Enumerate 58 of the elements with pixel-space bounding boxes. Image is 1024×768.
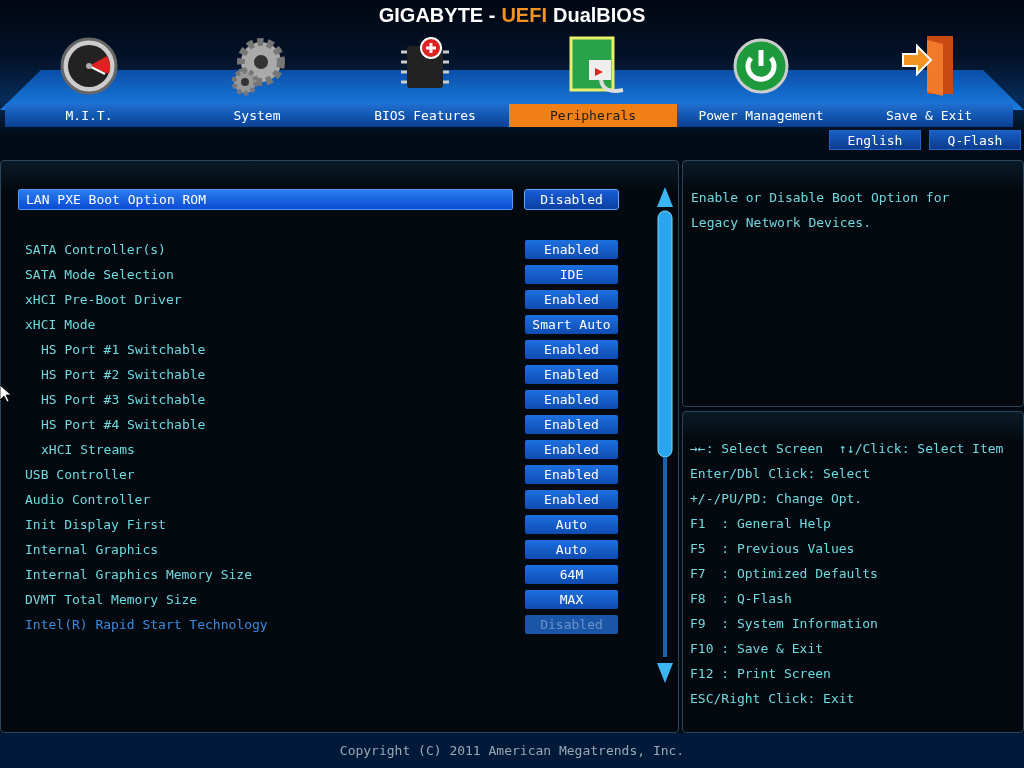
setting-value[interactable]: IDE [525, 265, 618, 284]
setting-label[interactable]: HS Port #2 Switchable [18, 367, 525, 382]
setting-value[interactable]: Enabled [525, 340, 618, 359]
setting-value[interactable]: Enabled [525, 290, 618, 309]
setting-label[interactable]: HS Port #1 Switchable [18, 342, 525, 357]
setting-label[interactable]: Init Display First [18, 517, 525, 532]
key-hint: +/-/PU/PD: Change Opt. [690, 490, 863, 508]
menu-tab[interactable]: System [173, 104, 341, 127]
key-hint: Enter/Dbl Click: Select [690, 465, 870, 483]
menu-tab[interactable]: M.I.T. [5, 104, 173, 127]
setting-label[interactable]: SATA Mode Selection [18, 267, 525, 282]
key-hint: ESC/Right Click: Exit [690, 690, 855, 708]
key-hint: →←: Select Screen [690, 440, 824, 458]
menu-tab[interactable]: Power Management [677, 104, 845, 127]
setting-label[interactable]: SATA Controller(s) [18, 242, 525, 257]
help-text: Enable or Disable Boot Option for Legacy Network Devices. [691, 189, 951, 232]
setting-value[interactable]: Auto [525, 540, 618, 559]
setting-label[interactable]: DVMT Total Memory Size [18, 592, 525, 607]
header-button[interactable]: Q-Flash [929, 130, 1021, 150]
setting-value[interactable]: Enabled [525, 440, 618, 459]
setting-label[interactable]: LAN PXE Boot Option ROM [18, 189, 513, 210]
key-hint: ↑↓/Click: Select Item [839, 440, 1004, 458]
setting-label[interactable]: HS Port #4 Switchable [18, 417, 525, 432]
setting-value[interactable]: MAX [525, 590, 618, 609]
title-text: UEFI [501, 4, 547, 28]
key-hint: F8 : Q-Flash [690, 590, 792, 608]
setting-value[interactable]: Enabled [525, 465, 618, 484]
key-hint: F9 : System Information [690, 615, 878, 633]
setting-label[interactable]: xHCI Mode [18, 317, 525, 332]
key-hint: F12 : Print Screen [690, 665, 831, 683]
setting-label[interactable]: Internal Graphics Memory Size [18, 567, 525, 582]
setting-label[interactable]: Internal Graphics [18, 542, 525, 557]
mouse-pointer-icon [0, 385, 11, 403]
setting-value[interactable]: Enabled [525, 490, 618, 509]
setting-value[interactable]: Disabled [525, 190, 618, 209]
setting-label[interactable]: HS Port #3 Switchable [18, 392, 525, 407]
key-hint: F7 : Optimized Defaults [690, 565, 878, 583]
key-hint: F10 : Save & Exit [690, 640, 824, 658]
setting-value[interactable]: Enabled [525, 365, 618, 384]
setting-label[interactable]: USB Controller [18, 467, 525, 482]
setting-label[interactable]: xHCI Pre-Boot Driver [18, 292, 525, 307]
menu-tab[interactable]: BIOS Features [341, 104, 509, 127]
menu-tab[interactable]: Peripherals [509, 104, 677, 127]
title-text: GIGABYTE - [378, 4, 496, 28]
setting-value[interactable]: Enabled [525, 390, 618, 409]
copyright-text: Copyright (C) 2011 American Megatrends, Inc. [339, 743, 685, 758]
key-hint: F5 : Previous Values [690, 540, 855, 558]
setting-value[interactable]: Enabled [525, 240, 618, 259]
setting-label[interactable]: xHCI Streams [18, 442, 525, 457]
setting-value[interactable]: Enabled [525, 415, 618, 434]
setting-value[interactable]: Auto [525, 515, 618, 534]
setting-label[interactable]: Audio Controller [18, 492, 525, 507]
setting-value[interactable]: 64M [525, 565, 618, 584]
menu-tab[interactable]: Save & Exit [845, 104, 1013, 127]
title-text: DualBIOS [553, 4, 646, 28]
header-button[interactable]: English [829, 130, 921, 150]
key-hint: F1 : General Help [690, 515, 831, 533]
setting-value[interactable]: Smart Auto [525, 315, 618, 334]
